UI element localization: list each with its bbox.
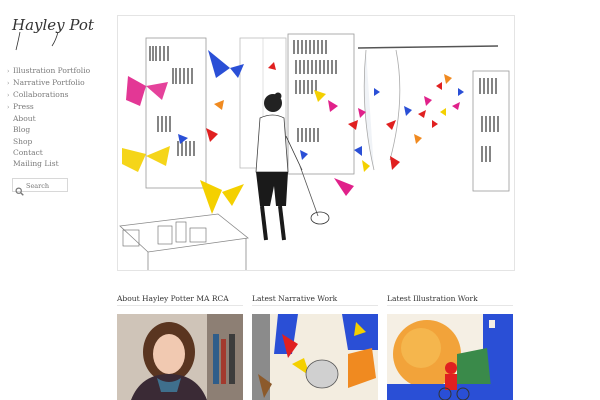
nav-item-label: Illustration Portfolio xyxy=(13,66,91,75)
nav-item-label: Narrative Portfolio xyxy=(13,78,85,88)
divider xyxy=(117,305,243,306)
nav-item-label: Blog xyxy=(13,125,31,135)
divider xyxy=(387,305,513,306)
nav-item-narrative-portfolio[interactable]: › Narrative Portfolio xyxy=(7,77,90,89)
main-nav: › Illustration Portfolio › Narrative Portfo… xyxy=(7,65,90,169)
hero-artwork xyxy=(119,33,510,270)
nav-item-illustration-portfolio[interactable]: › Illustration Portfolio xyxy=(7,65,90,77)
site-logo[interactable]: Hayley Potter xyxy=(10,10,117,54)
nav-item-label: Collaborations xyxy=(13,90,69,100)
narrative-thumbnail[interactable] xyxy=(252,314,378,400)
nav-item-press[interactable]: › Press xyxy=(7,101,90,113)
about-heading[interactable]: About Hayley Potter MA RCA xyxy=(117,294,229,303)
logo-text: Hayley Potter xyxy=(11,16,95,34)
search-icon xyxy=(15,181,24,196)
about-photo[interactable] xyxy=(117,314,243,400)
nav-item-about[interactable]: About xyxy=(7,113,90,124)
hero-illustration[interactable] xyxy=(117,15,515,271)
nav-item-contact[interactable]: Contact xyxy=(7,147,90,158)
divider xyxy=(252,305,378,306)
illustration-image xyxy=(387,314,513,400)
search-input[interactable] xyxy=(26,180,66,191)
illustration-heading[interactable]: Latest Illustration Work xyxy=(387,294,478,303)
nav-item-collaborations[interactable]: › Collaborations xyxy=(7,89,90,101)
narrative-heading[interactable]: Latest Narrative Work xyxy=(252,294,337,303)
nav-item-mailing-list[interactable]: Mailing List xyxy=(7,158,90,169)
logo-signature: Hayley Potter xyxy=(11,16,117,51)
nav-item-label: Press xyxy=(13,102,34,112)
nav-item-label: Shop xyxy=(13,136,33,146)
nav-item-label: Contact xyxy=(13,147,43,157)
illustration-thumbnail[interactable] xyxy=(387,314,513,400)
nav-item-blog[interactable]: Blog xyxy=(7,124,90,135)
portrait-image xyxy=(117,314,243,400)
nav-item-shop[interactable]: Shop xyxy=(7,136,90,147)
nav-item-label: Mailing List xyxy=(13,158,59,168)
narrative-image xyxy=(252,314,378,400)
search-box[interactable] xyxy=(12,178,68,196)
nav-item-label: About xyxy=(13,114,36,124)
